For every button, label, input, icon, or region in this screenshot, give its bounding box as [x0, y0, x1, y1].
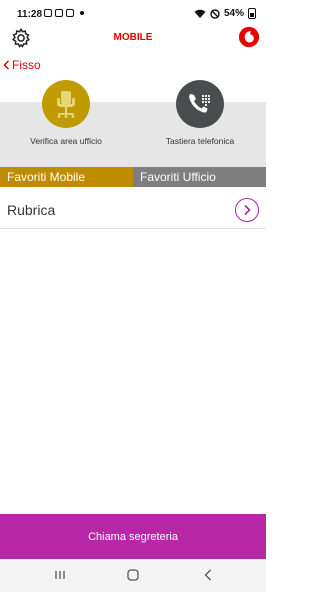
- phone-keypad-button[interactable]: Tastiera telefonica: [140, 80, 260, 146]
- battery-icon: [248, 8, 256, 19]
- app-notification-icon: [66, 9, 74, 17]
- office-chair-icon: [57, 91, 75, 118]
- status-time: 11:28: [17, 9, 43, 20]
- phone-keypad-icon: [189, 94, 211, 113]
- check-office-area-button[interactable]: Verifica area ufficio: [6, 80, 126, 146]
- system-navigation-bar: [0, 559, 266, 592]
- check-office-circle: [42, 80, 90, 128]
- chevron-left-icon: [3, 60, 10, 70]
- media-notification-icon: [55, 9, 63, 17]
- rubrica-list-item[interactable]: Rubrica: [0, 195, 266, 229]
- page-title: MOBILE: [113, 32, 153, 43]
- recent-apps-icon[interactable]: [52, 568, 68, 582]
- more-notifications-icon: [80, 11, 84, 15]
- battery-percent: 54%: [223, 8, 244, 19]
- call-voicemail-button[interactable]: Chiama segreteria: [0, 514, 266, 559]
- call-voicemail-label: Chiama segreteria: [88, 530, 178, 543]
- favorites-tabs: Favoriti Mobile Favoriti Ufficio: [0, 167, 266, 187]
- back-icon[interactable]: [200, 568, 216, 582]
- app-header: MOBILE: [0, 26, 266, 50]
- status-bar: 11:28 54%: [0, 0, 266, 28]
- system-status: 54%: [194, 8, 256, 19]
- tab-favoriti-mobile[interactable]: Favoriti Mobile: [0, 167, 133, 187]
- back-link-fisso[interactable]: Fisso: [3, 58, 41, 72]
- do-not-disturb-icon: [210, 8, 220, 19]
- notification-icons: [44, 9, 84, 17]
- phone-keypad-label: Tastiera telefonica: [165, 136, 235, 146]
- check-office-label: Verifica area ufficio: [30, 136, 102, 146]
- gallery-notification-icon: [44, 9, 52, 17]
- quick-actions-panel: Verifica area ufficio Tastiera telefonic…: [0, 72, 266, 167]
- vodafone-logo: [238, 26, 260, 48]
- chevron-right-icon[interactable]: [235, 198, 259, 222]
- wifi-icon: [194, 9, 206, 18]
- home-icon[interactable]: [125, 568, 141, 582]
- back-link-label: Fisso: [12, 58, 41, 72]
- rubrica-label: Rubrica: [7, 202, 56, 218]
- tab-favoriti-ufficio[interactable]: Favoriti Ufficio: [133, 167, 266, 187]
- phone-keypad-circle: [176, 80, 224, 128]
